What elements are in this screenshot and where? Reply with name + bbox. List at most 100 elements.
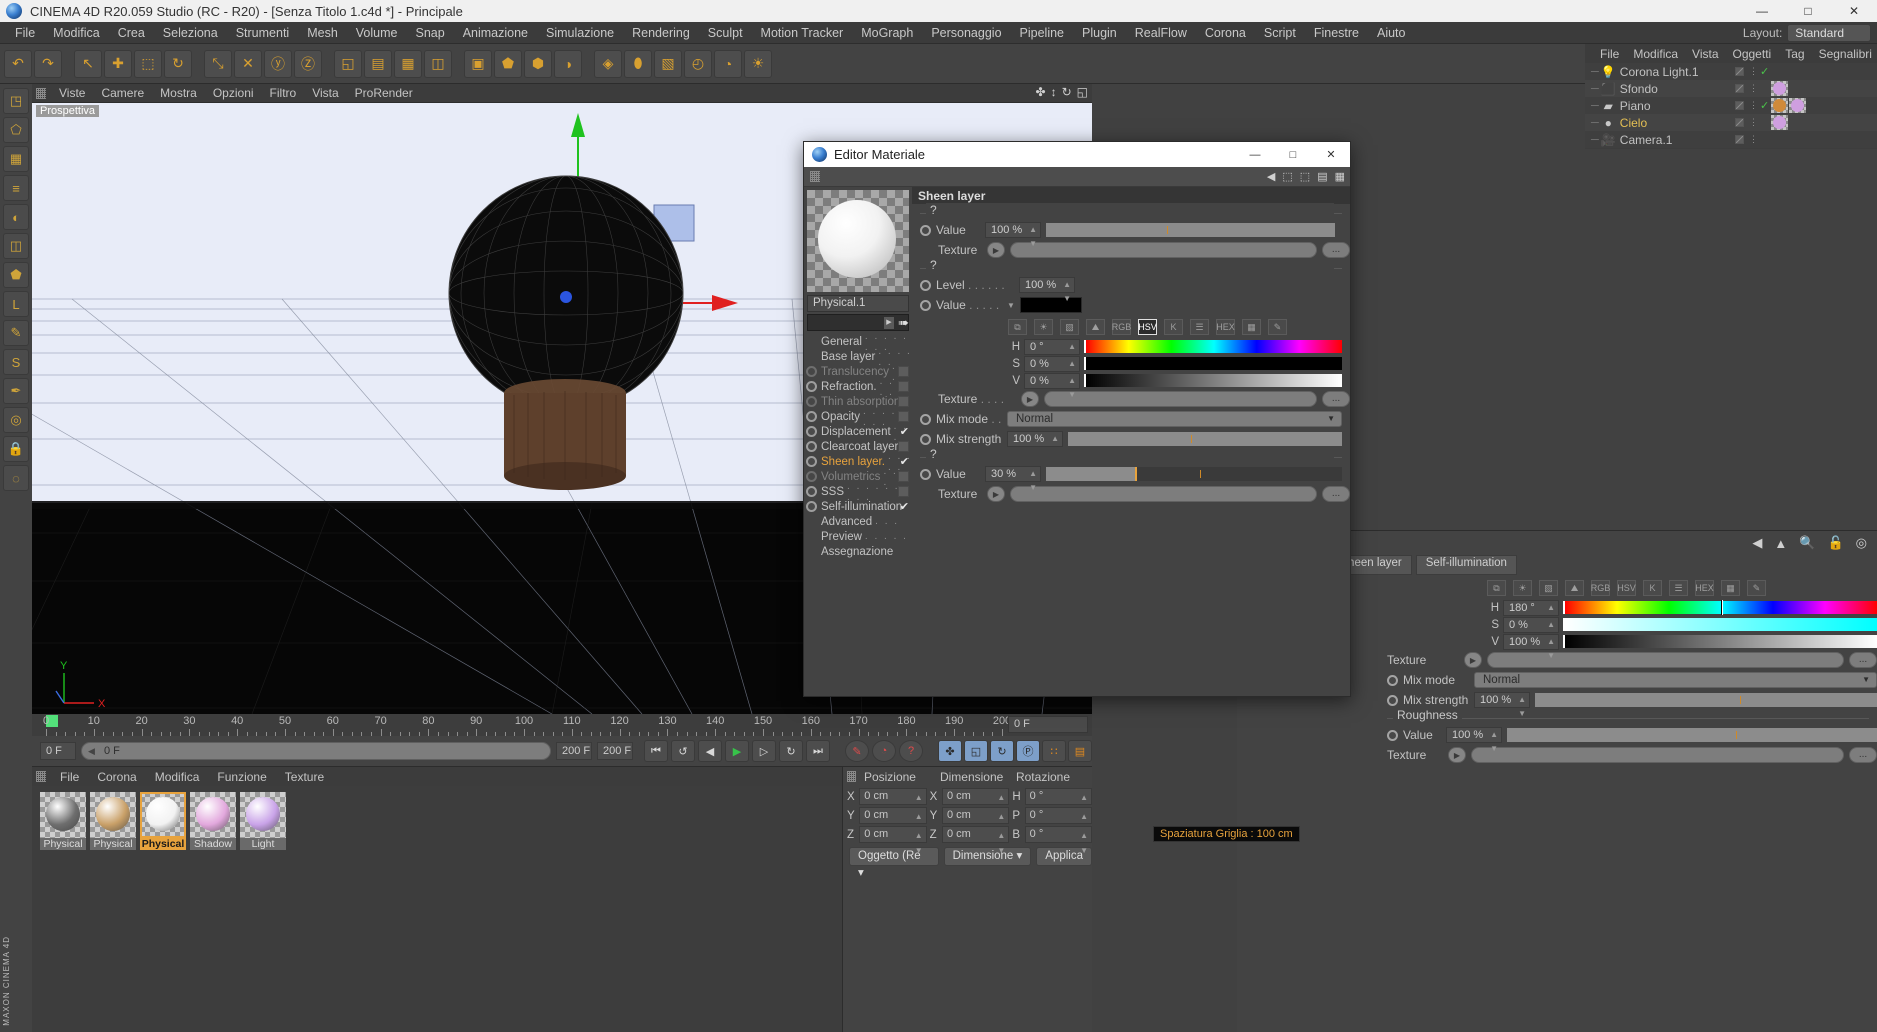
toolbar-button-10[interactable]: ◱ (334, 49, 362, 78)
material-item[interactable]: Light (240, 792, 286, 850)
attr-color-mode-x-icon[interactable]: ⧉ (1487, 580, 1506, 596)
attr-mixstrength-field[interactable]: 100 % ▲ ▼ (1474, 692, 1530, 718)
viewport-menu-filtro[interactable]: Filtro (262, 86, 305, 100)
attr-color-mode-hex-icon[interactable]: HEX (1695, 580, 1714, 596)
menu-item-rendering[interactable]: Rendering (623, 22, 699, 44)
material-tag-icon[interactable] (1771, 115, 1788, 130)
toolbar-button-0[interactable]: ↶ (4, 49, 32, 78)
material-tag-icon[interactable] (1789, 98, 1806, 113)
object-dots-icon[interactable]: ⋮ (1749, 101, 1758, 110)
start-frame-field[interactable]: 0 F (40, 742, 76, 760)
color-val-field[interactable]: 0 % ▲ ▼ (1024, 372, 1080, 399)
channel-enable-radio[interactable] (806, 381, 817, 392)
transport-button-4[interactable]: ▷ (752, 740, 776, 762)
attr-color-mode-x-icon[interactable]: ⛰ (1565, 580, 1584, 596)
mode-button-1[interactable]: ◱ (964, 740, 988, 762)
menu-item-motion-tracker[interactable]: Motion Tracker (752, 22, 853, 44)
left-tool-4[interactable]: ◐ (3, 204, 29, 230)
color-mode-hex-icon[interactable]: HEX (1216, 319, 1235, 335)
left-tool-2[interactable]: ▦ (3, 146, 29, 172)
attr-color-mode-x-icon[interactable]: ☀ (1513, 580, 1532, 596)
toolbar-button-11[interactable]: ▤ (364, 49, 392, 78)
toolbar-button-8[interactable]: ⓨ (264, 49, 292, 78)
material-editor-toolbar-icon-0[interactable]: ◀ (1267, 170, 1275, 183)
color-texture-field[interactable] (1044, 391, 1317, 407)
color-mode-x-icon[interactable]: ⛰ (1086, 319, 1105, 335)
left-tool-10[interactable]: ✒ (3, 378, 29, 404)
amount-texture-field[interactable] (1010, 242, 1317, 258)
material-menu-corona[interactable]: Corona (88, 770, 145, 784)
menu-item-modifica[interactable]: Modifica (44, 22, 109, 44)
left-tool-1[interactable]: ⬠ (3, 117, 29, 143)
attr-texture-field[interactable] (1487, 652, 1844, 668)
toolbar-button-4[interactable]: ⬚ (134, 49, 162, 78)
material-menu-file[interactable]: File (51, 770, 88, 784)
viewport-nav-icon-0[interactable]: ✤ (1036, 85, 1046, 99)
menu-item-seleziona[interactable]: Seleziona (154, 22, 227, 44)
attr-tab-self-illumination[interactable]: Self-illumination (1415, 555, 1517, 575)
left-tool-5[interactable]: ◫ (3, 233, 29, 259)
attr-val-field[interactable]: 100 % ▲ ▼ (1503, 633, 1559, 660)
color-mode-x-icon[interactable]: ⧉ (1008, 319, 1027, 335)
color-mixstrength-field[interactable]: 100 %▲▼ (1007, 431, 1063, 457)
left-tool-13[interactable]: ◌ (3, 465, 29, 491)
attr-color-mode-hsv-icon[interactable]: HSV (1617, 580, 1636, 596)
attr-rough-texture-browse-button[interactable]: ... (1849, 747, 1877, 763)
object-row[interactable]: ─ ● Cielo ⋮ (1585, 114, 1877, 131)
coord-field-rot-P[interactable]: 0 °▲▼ (1024, 807, 1093, 836)
left-tool-6[interactable]: ⬟ (3, 262, 29, 288)
color-mixstrength-radio[interactable] (920, 433, 931, 445)
menu-item-pipeline[interactable]: Pipeline (1011, 22, 1073, 44)
viewport-drag-handle-icon[interactable] (36, 87, 46, 99)
amount-help-icon[interactable]: ? (926, 203, 1334, 217)
material-editor-toolbar-icon-3[interactable]: ▤ (1317, 170, 1327, 183)
color-mode-x-icon[interactable]: ▧ (1060, 319, 1079, 335)
material-name-field[interactable]: Physical.1 (807, 295, 909, 312)
end-frame-field-1[interactable]: 200 F (556, 742, 592, 760)
object-menu-segnalibri[interactable]: Segnalibri (1812, 47, 1877, 61)
coord-field-pos-Z[interactable]: 0 cm ▲ ▼ (859, 826, 927, 855)
attr-color-mode-k-icon[interactable]: K (1643, 580, 1662, 596)
color-mode-hsv-icon[interactable]: HSV (1138, 319, 1157, 335)
object-menu-oggetti[interactable]: Oggetti (1726, 47, 1779, 61)
roughness-texture-browse-button[interactable]: ... (1322, 486, 1350, 502)
left-tool-3[interactable]: ≡ (3, 175, 29, 201)
color-value-dropdown-icon[interactable]: ▼ (1007, 301, 1015, 310)
coord-field-pos-X[interactable]: 0 cm▲▼ (859, 788, 927, 817)
roughness-texture-field[interactable] (1010, 486, 1317, 502)
coord-field-size-Y[interactable]: 0 cm▲▼ (941, 807, 1010, 836)
toolbar-button-14[interactable]: ▣ (464, 49, 492, 78)
viewport-menu-viste[interactable]: Viste (51, 86, 93, 100)
attr-mixstrength-radio[interactable] (1387, 694, 1398, 706)
channel-enable-radio[interactable] (806, 471, 817, 482)
channel-self-illumination[interactable]: Self-illumination ✔ (804, 499, 912, 514)
menu-item-personaggio[interactable]: Personaggio (922, 22, 1010, 44)
mode-button-4[interactable]: ∷ (1042, 740, 1066, 762)
color-mode-x-icon[interactable]: ✎ (1268, 319, 1287, 335)
transport-button-6[interactable]: ⏭ (806, 740, 830, 762)
attr-color-mode-x-icon[interactable]: ▦ (1721, 580, 1740, 596)
color-level-field[interactable]: 100 % ▲ ▼ (1019, 277, 1075, 303)
transport-button-1[interactable]: ↺ (671, 740, 695, 762)
menu-item-file[interactable]: File (6, 22, 44, 44)
attr-top-icon-1[interactable]: ▲ (1774, 536, 1787, 551)
object-menu-file[interactable]: File (1593, 47, 1626, 61)
color-swatch[interactable] (1019, 297, 1082, 313)
color-sat-slider[interactable] (1084, 357, 1342, 370)
color-mixmode-radio[interactable] (920, 413, 931, 425)
toolbar-button-20[interactable]: ▧ (654, 49, 682, 78)
material-item[interactable]: Physical (40, 792, 86, 850)
amount-value-radio[interactable] (920, 224, 931, 236)
minimize-button[interactable]: — (1739, 0, 1785, 22)
left-tool-0[interactable]: ◳ (3, 88, 29, 114)
toolbar-button-23[interactable]: ☀ (744, 49, 772, 78)
channel-enable-radio[interactable] (806, 546, 817, 557)
channel-enable-radio[interactable] (806, 531, 817, 542)
color-mode-x-icon[interactable]: ☀ (1034, 319, 1053, 335)
menu-item-mesh[interactable]: Mesh (298, 22, 347, 44)
material-editor-title-bar[interactable]: Editor Materiale — □ ✕ (804, 142, 1350, 167)
mode-button-3[interactable]: Ⓟ (1016, 740, 1040, 762)
transport-button-2[interactable]: ◀ (698, 740, 722, 762)
viewport-menu-mostra[interactable]: Mostra (152, 86, 205, 100)
toolbar-button-22[interactable]: ◔ (714, 49, 742, 78)
